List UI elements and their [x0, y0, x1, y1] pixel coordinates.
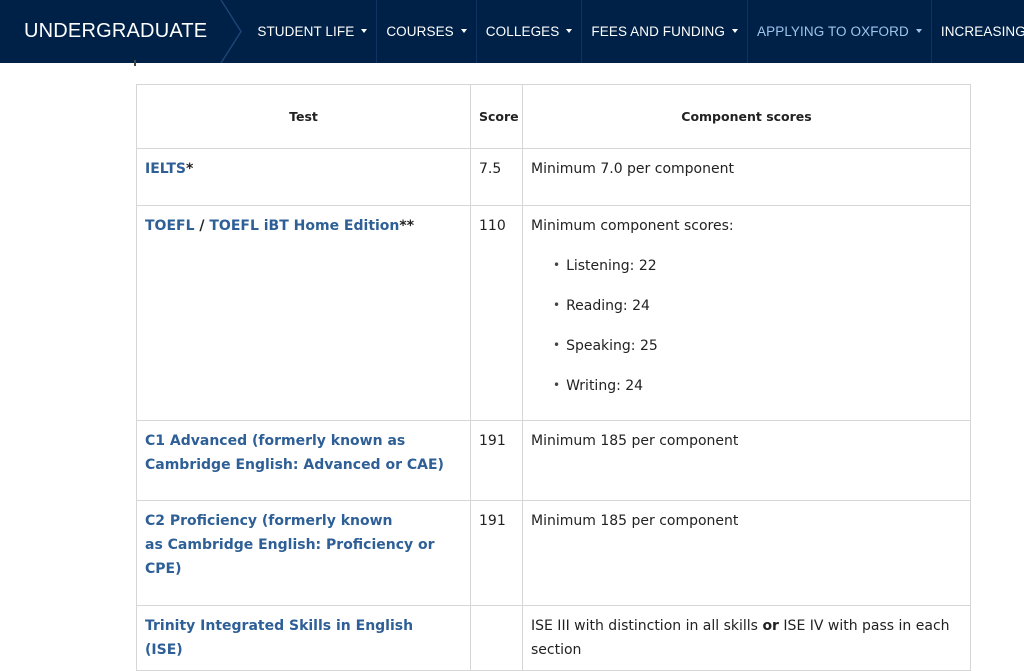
component-scores-cell: Minimum 185 per component — [522, 420, 971, 501]
test-cell: C1 Advanced (formerly known as Cambridge … — [136, 420, 471, 501]
footnote-marker: ** — [399, 218, 415, 234]
score-cell: 191 — [470, 500, 523, 606]
link-text-line: (ISE) — [145, 642, 183, 658]
footnote-marker: * — [186, 161, 194, 177]
list-item: • Listening: 22 — [553, 254, 962, 278]
nav-item-courses[interactable]: COURSES — [377, 0, 475, 63]
component-score-list: • Listening: 22 • Reading: 24 • Speaking: 2… — [531, 254, 962, 398]
nav-item-label: FEES AND FUNDING — [591, 24, 726, 39]
component-scores-cell: Minimum 185 per component — [522, 500, 971, 606]
list-item: • Reading: 24 — [553, 294, 962, 318]
dropdown-caret-icon — [732, 28, 739, 33]
table-row: Trinity Integrated Skills in English (ISE… — [136, 605, 971, 671]
test-cell: C2 Proficiency (formerly known as Cambrid… — [136, 500, 471, 606]
table-row: C1 Advanced (formerly known as Cambridge … — [136, 420, 971, 501]
dropdown-caret-icon — [361, 28, 368, 33]
ielts-link[interactable]: IELTS — [145, 161, 186, 177]
score-cell: 191 — [470, 420, 523, 501]
c1-advanced-link[interactable]: C1 Advanced (formerly known as Cambridge … — [145, 433, 444, 473]
nav-item-label: COURSES — [386, 24, 454, 39]
nav-item-student-life[interactable]: STUDENT LIFE — [243, 0, 376, 63]
bullet-icon: • — [553, 338, 561, 352]
component-scores-cell: Minimum component scores: • Listening: 22… — [522, 205, 971, 421]
bullet-icon: • — [553, 378, 561, 392]
link-text-line: C1 Advanced (formerly known as — [145, 433, 406, 449]
nav-item-increasing-access[interactable]: INCREASING ACCESS — [932, 0, 1024, 63]
nav-item-colleges[interactable]: COLLEGES — [477, 0, 582, 63]
link-text-line: as Cambridge English: Proficiency or — [145, 537, 435, 553]
list-item-text: Listening: 22 — [566, 258, 657, 274]
link-text-line: Cambridge English: Advanced or CAE) — [145, 457, 444, 473]
dropdown-caret-icon — [460, 28, 467, 33]
list-item: • Writing: 24 — [553, 374, 962, 398]
nav-item-applying-to-oxford[interactable]: APPLYING TO OXFORD — [748, 0, 931, 63]
test-cell: TOEFL / TOEFL iBT Home Edition** — [136, 205, 471, 421]
score-cell — [470, 605, 523, 671]
link-text-line: Trinity Integrated Skills in English — [145, 618, 414, 634]
brand-chevron-divider — [220, 0, 243, 63]
c2-proficiency-link[interactable]: C2 Proficiency (formerly known as Cambrid… — [145, 513, 435, 577]
list-item-text: Writing: 24 — [566, 378, 644, 394]
component-scores-cell: Minimum 7.0 per component — [522, 148, 971, 206]
link-separator: / — [194, 218, 210, 234]
bullet-icon: • — [553, 298, 561, 312]
or-emphasis: or — [762, 618, 779, 634]
nav-item-label: APPLYING TO OXFORD — [757, 24, 909, 39]
nav-item-label: COLLEGES — [485, 24, 560, 39]
list-item-text: Speaking: 25 — [566, 338, 658, 354]
top-navigation-bar: UNDERGRADUATE STUDENT LIFE COURSES COLLE… — [0, 0, 1024, 63]
brand-label: UNDERGRADUATE — [24, 20, 208, 42]
test-cell: IELTS* — [136, 148, 471, 206]
table-row: C2 Proficiency (formerly known as Cambrid… — [136, 500, 971, 606]
english-language-requirements-table: Test Score Component scores IELTS* 7.5 M… — [136, 84, 971, 671]
site-section-brand[interactable]: UNDERGRADUATE — [0, 0, 243, 63]
list-item: • Speaking: 25 — [553, 334, 962, 358]
requirement-text: ISE IV with pass in each — [783, 618, 950, 634]
toefl-link[interactable]: TOEFL — [145, 218, 195, 234]
dropdown-caret-icon — [915, 28, 922, 33]
score-cell: 7.5 — [470, 148, 523, 206]
table-row: TOEFL / TOEFL iBT Home Edition** 110 Min… — [136, 205, 971, 421]
nav-item-fees-and-funding[interactable]: FEES AND FUNDING — [582, 0, 747, 63]
column-header-test: Test — [136, 84, 471, 149]
toefl-ibt-home-edition-link[interactable]: TOEFL iBT Home Edition — [209, 218, 399, 234]
dropdown-caret-icon — [566, 28, 573, 33]
clipped-text-fragment — [134, 60, 136, 66]
column-header-component-scores: Component scores — [522, 84, 971, 149]
main-menu: STUDENT LIFE COURSES COLLEGES FEES AND F… — [243, 0, 1024, 63]
column-header-score: Score — [470, 84, 523, 149]
requirement-text: section — [531, 642, 582, 658]
link-text-line: CPE) — [145, 561, 182, 577]
table-header-row: Test Score Component scores — [136, 84, 971, 149]
test-cell: Trinity Integrated Skills in English (ISE… — [136, 605, 471, 671]
bullet-icon: • — [553, 258, 561, 272]
score-cell: 110 — [470, 205, 523, 421]
component-scores-cell: ISE III with distinction in all skills o… — [522, 605, 971, 671]
component-intro-text: Minimum component scores: — [531, 218, 734, 234]
trinity-ise-link[interactable]: Trinity Integrated Skills in English (ISE… — [145, 618, 413, 658]
nav-item-label: STUDENT LIFE — [257, 24, 355, 39]
link-text-line: C2 Proficiency (formerly known — [145, 513, 393, 529]
list-item-text: Reading: 24 — [566, 298, 650, 314]
requirement-text: ISE III with distinction in all skills — [531, 618, 758, 634]
table-row: IELTS* 7.5 Minimum 7.0 per component — [136, 148, 971, 206]
nav-item-label: INCREASING ACCESS — [940, 24, 1024, 39]
